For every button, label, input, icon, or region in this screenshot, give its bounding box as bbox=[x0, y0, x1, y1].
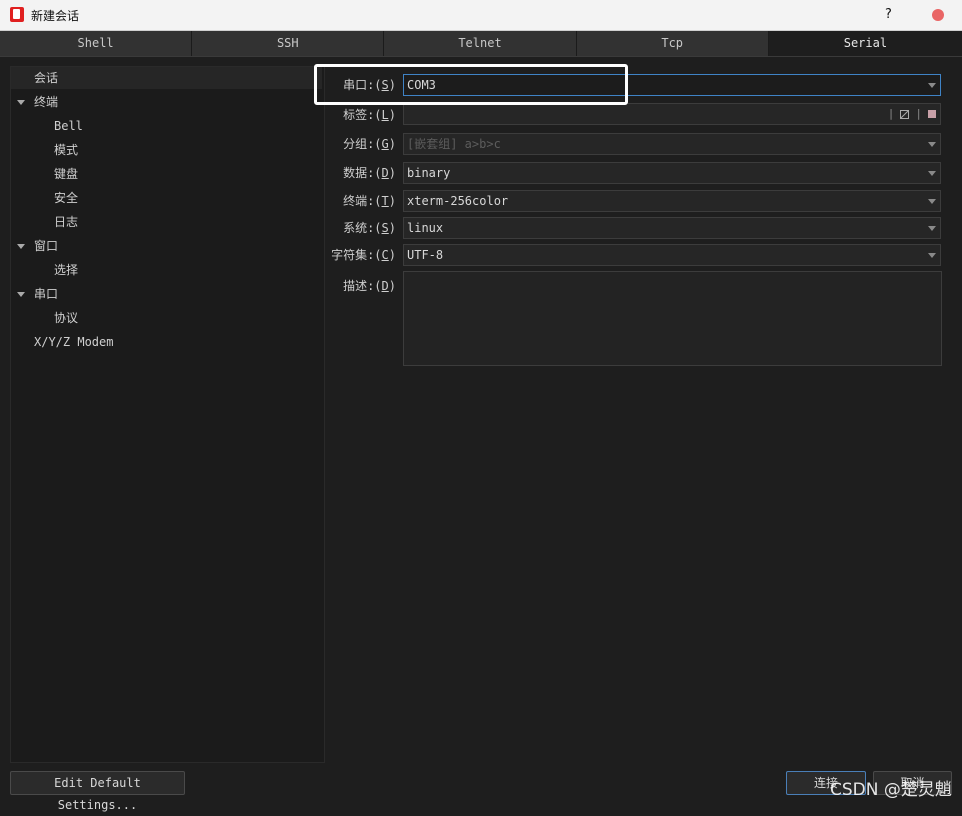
data-label: 数据:(D) bbox=[343, 166, 396, 180]
close-button[interactable] bbox=[932, 9, 944, 21]
protocol-tabs: Shell SSH Telnet Tcp Serial bbox=[0, 31, 962, 57]
no-color-icon[interactable] bbox=[900, 109, 910, 119]
chevron-down-icon bbox=[928, 83, 936, 88]
edit-default-settings-button[interactable]: Edit Default Settings... bbox=[10, 771, 185, 812]
tree-item-keyboard[interactable]: 键盘 bbox=[54, 163, 78, 185]
description-textarea[interactable] bbox=[403, 271, 942, 366]
tab-serial[interactable]: Serial bbox=[768, 31, 962, 56]
tree-item-security[interactable]: 安全 bbox=[54, 187, 78, 209]
charset-select[interactable]: UTF-8 bbox=[403, 244, 941, 266]
title-bar: 新建会话 ? bbox=[0, 0, 962, 31]
terminal-value: xterm-256color bbox=[407, 194, 509, 208]
tree-item-selection[interactable]: 选择 bbox=[54, 259, 78, 281]
settings-tree: 会话 终端 Bell 模式 键盘 安全 日志 窗口 选择 串口 协议 X/Y/Z… bbox=[10, 66, 325, 763]
tree-item-label: 窗口 bbox=[34, 239, 59, 253]
tab-tcp[interactable]: Tcp bbox=[576, 31, 769, 56]
chevron-down-icon[interactable] bbox=[17, 100, 25, 105]
tree-item-log[interactable]: 日志 bbox=[54, 211, 78, 233]
tab-telnet[interactable]: Telnet bbox=[384, 31, 577, 56]
description-label: 描述:(D) bbox=[343, 279, 396, 293]
terminal-label: 终端:(T) bbox=[343, 194, 396, 208]
chevron-down-icon[interactable] bbox=[17, 292, 25, 297]
chevron-down-icon bbox=[928, 142, 936, 147]
app-icon bbox=[10, 7, 24, 22]
system-select[interactable]: linux bbox=[403, 217, 941, 239]
tree-item-label: 串口 bbox=[34, 287, 59, 301]
chevron-down-icon[interactable] bbox=[17, 244, 25, 249]
color-swatch-icon[interactable] bbox=[928, 110, 936, 118]
chevron-down-icon bbox=[928, 199, 936, 204]
group-label: 分组:(G) bbox=[343, 137, 396, 151]
tree-item-label: 终端 bbox=[34, 95, 59, 109]
separator-icon: | bbox=[915, 107, 922, 120]
tag-input[interactable]: | | bbox=[403, 103, 941, 125]
tag-tools: | | bbox=[888, 106, 936, 122]
separator-icon: | bbox=[887, 107, 895, 120]
system-value: linux bbox=[407, 221, 444, 235]
tree-item-mode[interactable]: 模式 bbox=[54, 139, 78, 161]
tree-item-label: 会话 bbox=[34, 71, 59, 85]
tree-item-bell[interactable]: Bell bbox=[54, 115, 83, 137]
tab-shell[interactable]: Shell bbox=[0, 31, 193, 56]
tab-ssh[interactable]: SSH bbox=[192, 31, 385, 56]
help-button[interactable]: ? bbox=[885, 7, 892, 22]
tree-item-protocol[interactable]: 协议 bbox=[54, 307, 78, 329]
chevron-down-icon bbox=[928, 226, 936, 231]
tag-label: 标签:(L) bbox=[343, 108, 396, 122]
port-select[interactable]: COM3 bbox=[403, 74, 941, 96]
terminal-select[interactable]: xterm-256color bbox=[403, 190, 941, 212]
tree-item-session[interactable]: 会话 bbox=[11, 67, 322, 89]
tree-item-xyz-modem[interactable]: X/Y/Z Modem bbox=[34, 331, 113, 353]
chevron-down-icon bbox=[928, 253, 936, 258]
port-label: 串口:(S) bbox=[343, 78, 396, 92]
connect-button[interactable]: 连接 bbox=[786, 771, 866, 795]
cancel-button[interactable]: 取消 bbox=[873, 771, 952, 795]
group-select[interactable]: [嵌套组] a>b>c bbox=[403, 133, 941, 155]
charset-value: UTF-8 bbox=[407, 248, 444, 262]
data-value: binary bbox=[407, 166, 451, 180]
window-title: 新建会话 bbox=[31, 9, 80, 23]
system-label: 系统:(S) bbox=[343, 221, 396, 235]
port-value: COM3 bbox=[407, 78, 436, 92]
charset-label: 字符集:(C) bbox=[331, 248, 396, 262]
data-select[interactable]: binary bbox=[403, 162, 941, 184]
chevron-down-icon bbox=[928, 171, 936, 176]
group-placeholder: [嵌套组] a>b>c bbox=[407, 137, 501, 151]
